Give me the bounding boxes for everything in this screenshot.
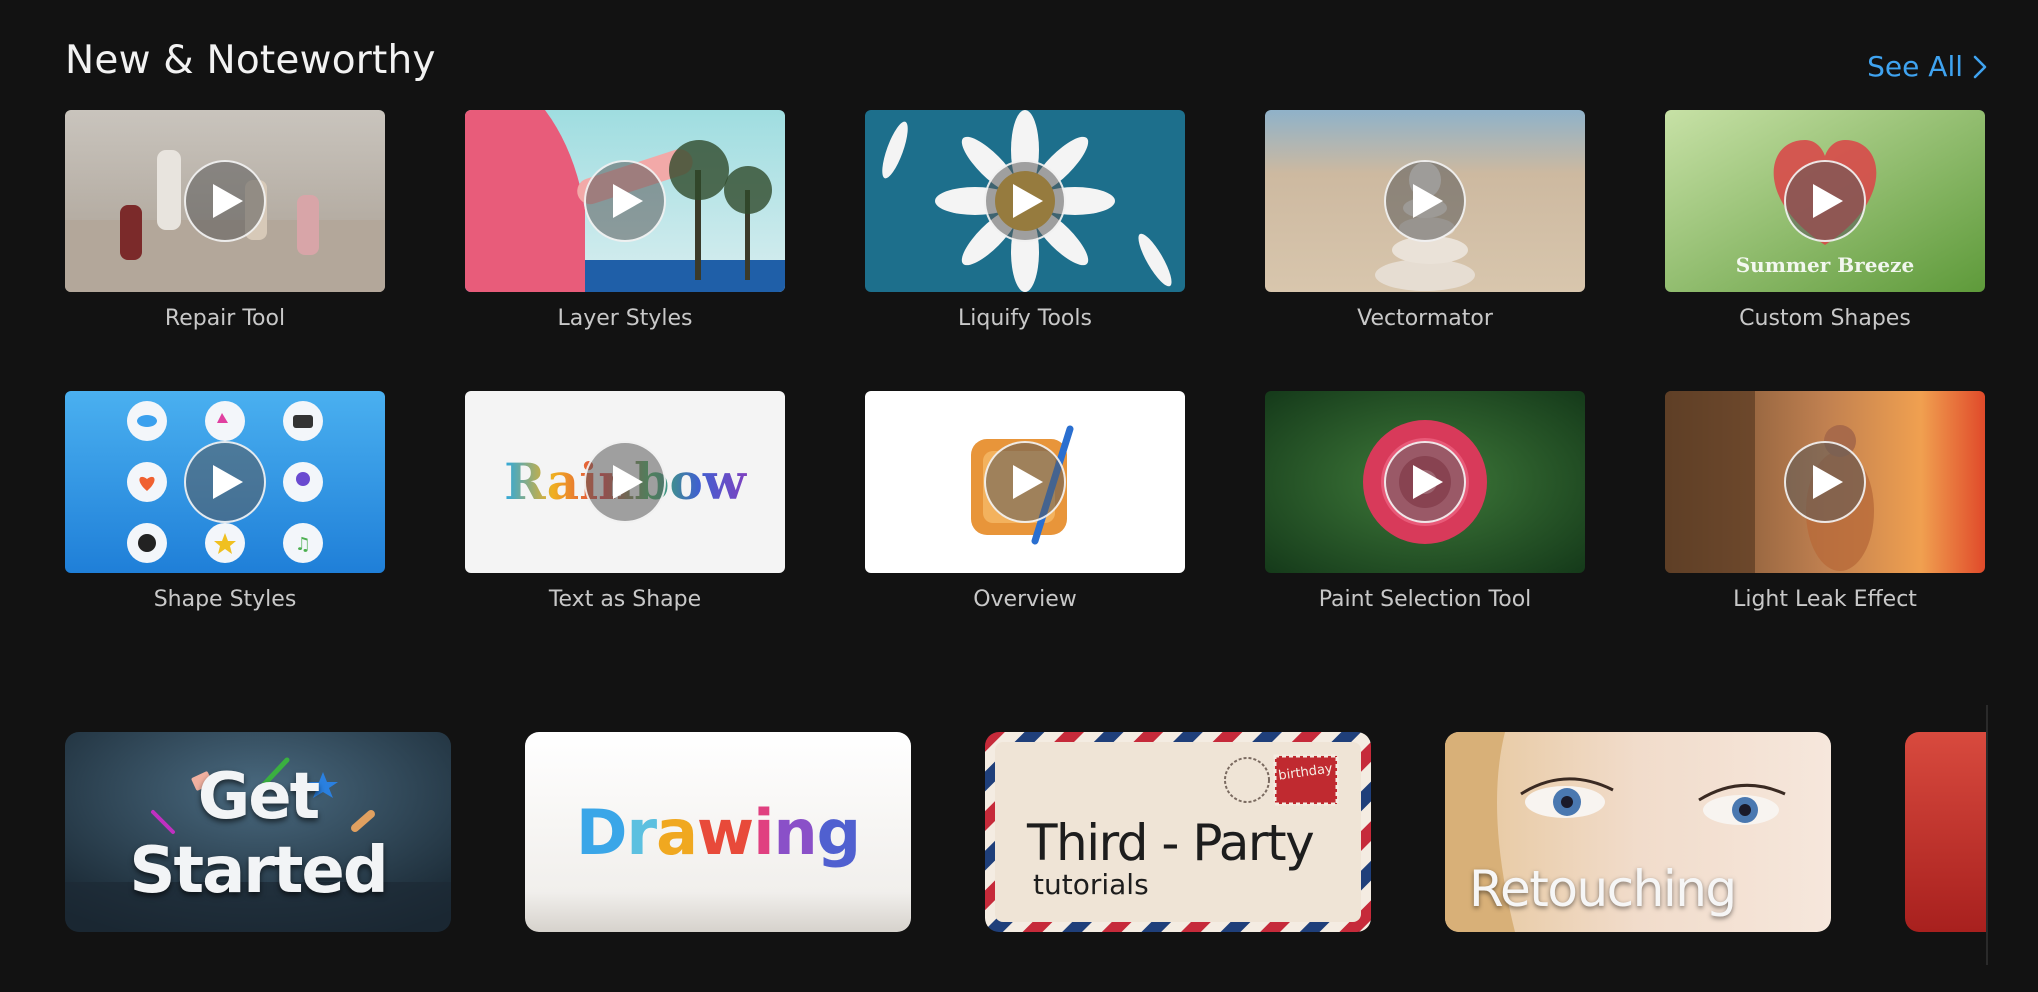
play-icon xyxy=(1813,465,1843,499)
video-title: Layer Styles xyxy=(557,306,693,331)
section-title: New & Noteworthy xyxy=(65,38,436,83)
banner-partial[interactable] xyxy=(1905,732,1987,932)
drawing-letter: i xyxy=(753,796,774,869)
svg-text:♫: ♫ xyxy=(295,534,311,555)
play-button[interactable] xyxy=(1784,441,1866,523)
video-card-text-as-shape[interactable]: Rainbow Text as Shape xyxy=(465,391,785,612)
tutorials-page: New & Noteworthy See All Repair Tool Lay… xyxy=(0,0,2038,992)
banner-drawing[interactable]: Drawing xyxy=(525,732,911,932)
drawing-title-text: Drawing xyxy=(576,796,861,869)
video-title: Vectormator xyxy=(1357,306,1493,331)
video-card-paint-selection-tool[interactable]: Paint Selection Tool xyxy=(1265,391,1585,612)
banner-third-party[interactable]: birthday Third - Party tutorials xyxy=(985,732,1371,932)
banner-get-started[interactable]: Get Started xyxy=(65,732,451,932)
banner-title: Get Started xyxy=(129,760,388,908)
play-button[interactable] xyxy=(984,441,1066,523)
drawing-letter: r xyxy=(626,796,657,869)
play-button[interactable] xyxy=(1784,160,1866,242)
video-thumbnail xyxy=(1265,110,1585,292)
video-title: Shape Styles xyxy=(153,587,297,612)
banner-retouching[interactable]: Retouching xyxy=(1445,732,1831,932)
video-thumbnail: ♫ xyxy=(65,391,385,573)
thumbnail-text: Summer Breeze xyxy=(1736,253,1915,277)
video-card-repair-tool[interactable]: Repair Tool xyxy=(65,110,385,331)
video-card-layer-styles[interactable]: Layer Styles xyxy=(465,110,785,331)
video-thumbnail xyxy=(65,110,385,292)
play-icon xyxy=(1413,184,1443,218)
play-icon xyxy=(1813,184,1843,218)
play-button[interactable] xyxy=(984,160,1066,242)
video-thumbnail: Rainbow xyxy=(465,391,785,573)
video-thumbnail xyxy=(465,110,785,292)
banner-title: Third - Party xyxy=(1027,814,1315,872)
play-icon xyxy=(1413,465,1443,499)
see-all-label: See All xyxy=(1867,50,1963,83)
banner-title: Retouching xyxy=(1469,860,1737,918)
video-card-custom-shapes[interactable]: Summer Breeze Custom Shapes xyxy=(1665,110,1985,331)
banner-title: Drawing xyxy=(525,796,911,869)
video-card-light-leak-effect[interactable]: Light Leak Effect xyxy=(1665,391,1985,612)
partial-banner-art xyxy=(1905,732,1987,932)
banner-subtitle: tutorials xyxy=(1033,868,1149,901)
drawing-letter: a xyxy=(656,796,698,869)
video-card-shape-styles[interactable]: ♫ Shape Styles xyxy=(65,391,385,612)
video-card-vectormator[interactable]: Vectormator xyxy=(1265,110,1585,331)
video-card-liquify-tools[interactable]: Liquify Tools xyxy=(865,110,1185,331)
play-button[interactable] xyxy=(584,160,666,242)
drawing-letter: g xyxy=(816,796,861,869)
video-title: Liquify Tools xyxy=(958,306,1092,331)
drawing-letter: n xyxy=(773,796,817,869)
video-title: Overview xyxy=(973,587,1077,612)
play-icon xyxy=(213,184,243,218)
play-icon xyxy=(1013,184,1043,218)
video-thumbnail: Summer Breeze xyxy=(1665,110,1985,292)
play-button[interactable] xyxy=(584,441,666,523)
video-title: Light Leak Effect xyxy=(1733,587,1917,612)
video-card-overview[interactable]: Overview xyxy=(865,391,1185,612)
play-button[interactable] xyxy=(1384,441,1466,523)
video-title: Repair Tool xyxy=(164,306,286,331)
video-thumbnail xyxy=(865,391,1185,573)
play-icon xyxy=(613,184,643,218)
drawing-letter: w xyxy=(696,796,754,869)
video-title: Custom Shapes xyxy=(1739,306,1911,331)
category-banners: Get Started Drawing birthday Third - Par… xyxy=(65,732,1987,932)
play-icon xyxy=(613,465,643,499)
video-title: Paint Selection Tool xyxy=(1318,587,1532,612)
video-thumbnail xyxy=(1265,391,1585,573)
see-all-link[interactable]: See All xyxy=(1867,50,1987,83)
drawing-letter: D xyxy=(576,796,627,869)
scroll-edge xyxy=(1986,705,1988,965)
play-button[interactable] xyxy=(1384,160,1466,242)
chevron-right-icon xyxy=(1973,55,1987,78)
play-button[interactable] xyxy=(184,160,266,242)
video-title: Text as Shape xyxy=(548,587,702,612)
video-grid: Repair Tool Layer Styles Liquify Tools V… xyxy=(65,110,1985,612)
play-icon xyxy=(213,465,243,499)
video-thumbnail xyxy=(865,110,1185,292)
play-button[interactable] xyxy=(184,441,266,523)
play-icon xyxy=(1013,465,1043,499)
video-thumbnail xyxy=(1665,391,1985,573)
